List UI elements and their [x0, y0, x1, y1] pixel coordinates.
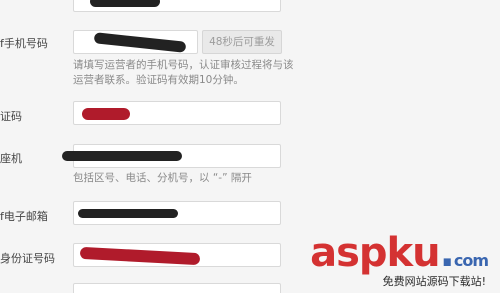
watermark-subtitle: 免费网站源码下载站! — [382, 275, 486, 288]
phone-hint-line1: 请填写运营者的手机号码，认证审核过程将与该 — [73, 59, 294, 71]
id-number-label: 身份证号码 — [0, 252, 55, 265]
resend-code-button[interactable]: 48秒后可重发 — [202, 30, 282, 54]
watermark-brand-dot: . — [439, 230, 455, 276]
id-number-input[interactable] — [73, 243, 281, 267]
redaction-mark — [79, 246, 201, 266]
email-label: f电子邮箱 — [0, 210, 48, 223]
redaction-mark — [93, 32, 187, 53]
watermark-brand-main: aspku — [310, 230, 441, 276]
email-input[interactable] — [73, 201, 281, 225]
redaction-mark — [82, 108, 130, 120]
top-field-input[interactable] — [73, 0, 281, 12]
landline-label: 座机 — [0, 152, 22, 165]
landline-hint: 包括区号、电话、分机号，以 “-” 隔开 — [73, 172, 252, 184]
phone-input[interactable] — [73, 30, 198, 54]
site-watermark: aspku.com 免费网站源码下载站! — [310, 230, 496, 289]
watermark-brand-tld: com — [453, 251, 489, 270]
verify-code-input[interactable] — [73, 101, 281, 125]
redaction-mark — [62, 151, 182, 161]
landline-input[interactable] — [62, 144, 281, 168]
phone-label: f手机号码 — [0, 37, 48, 50]
redaction-mark — [78, 209, 178, 218]
verify-code-label: 证码 — [0, 110, 22, 123]
redaction-mark — [90, 0, 160, 7]
bottom-field-input[interactable] — [73, 283, 281, 293]
phone-hint-line2: 运营者联系。验证码有效期10分钟。 — [73, 74, 244, 86]
